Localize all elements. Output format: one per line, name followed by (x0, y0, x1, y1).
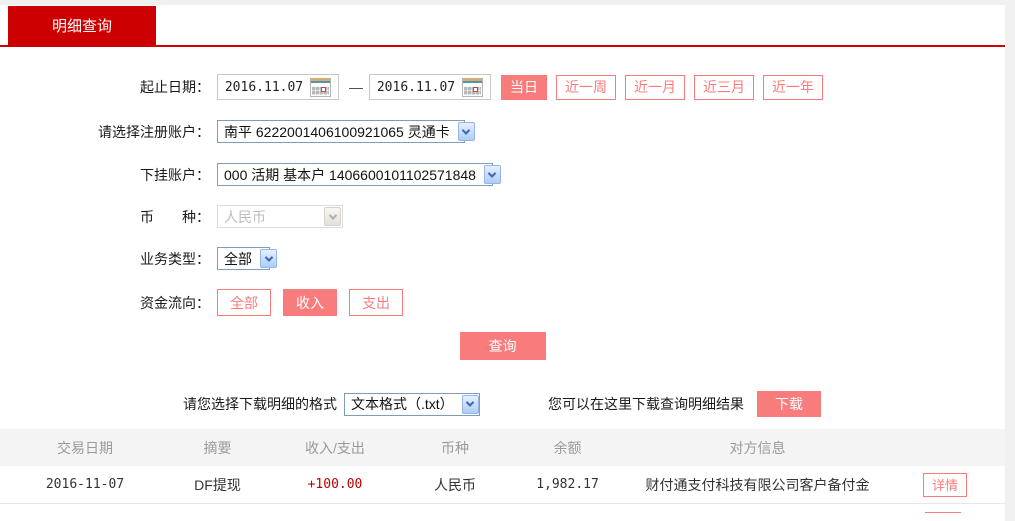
quick-range-month-button[interactable]: 近一月 (625, 74, 685, 100)
quick-range-quarter-button[interactable]: 近三月 (694, 74, 754, 100)
query-button[interactable]: 查询 (459, 332, 546, 360)
download-format-label: 请您选择下载明细的格式 (183, 396, 337, 412)
fund-direction-buttons: 全部 收入 支出 (217, 289, 403, 316)
end-date-calendar-icon[interactable] (462, 77, 483, 97)
business-type-row: 业务类型： 全部 (0, 247, 1005, 270)
register-account-row: 请选择注册账户： 南平 6222001406100921065 灵通卡 (0, 120, 1005, 143)
download-row: 请您选择下载明细的格式 文本格式（.txt） 您可以在这里下载查询明细结果 下载 (0, 391, 1005, 417)
next-table-row-clipped (0, 504, 1005, 515)
cell-currency: 人民币 (434, 476, 476, 493)
end-date-field[interactable] (369, 74, 491, 100)
start-date-input[interactable] (218, 76, 310, 98)
cell-summary: DF提现 (194, 476, 241, 493)
currency-label: 币 种： (140, 208, 210, 225)
cell-trade-date: 2016-11-07 (45, 477, 125, 492)
download-button[interactable]: 下载 (757, 391, 821, 417)
fund-direction-label: 资金流向： (140, 294, 210, 311)
business-type-value: 全部 (224, 250, 252, 267)
fund-direction-row: 资金流向： 全部 收入 支出 (0, 289, 1005, 316)
header-balance: 余额 (553, 439, 582, 456)
fund-direction-expense-button[interactable]: 支出 (349, 289, 403, 316)
cell-amount: +100.00 (307, 477, 363, 492)
table-header: 交易日期 摘要 收入/支出 币种 余额 对方信息 (0, 429, 1005, 466)
tab-detail-query[interactable]: 明细查询 (8, 6, 156, 45)
date-range-separator: — (349, 79, 363, 95)
currency-value: 人民币 (224, 208, 266, 225)
header-trade-date: 交易日期 (57, 439, 113, 456)
date-range-label: 起止日期： (140, 79, 210, 95)
chevron-down-icon[interactable] (457, 122, 475, 141)
date-range-row: 起止日期： — 当日 近一周 近一月 近三月 近一年 (0, 74, 1005, 100)
quick-range-week-button[interactable]: 近一周 (556, 74, 616, 100)
currency-row: 币 种： 人民币 (0, 205, 1005, 228)
quick-range-buttons: 当日 近一周 近一月 近三月 近一年 (501, 74, 823, 100)
detail-button[interactable]: 详情 (922, 472, 967, 497)
header-currency: 币种 (441, 439, 469, 456)
next-row-detail-button-clipped[interactable] (925, 512, 961, 515)
chevron-down-icon (324, 207, 341, 226)
register-account-value: 南平 6222001406100921065 灵通卡 (224, 123, 450, 140)
download-format-select[interactable]: 文本格式（.txt） (344, 392, 480, 416)
sub-account-label: 下挂账户： (140, 166, 210, 183)
business-type-select[interactable]: 全部 (217, 247, 277, 270)
sub-account-row: 下挂账户： 000 活期 基本户 1406600101102571848 (0, 163, 1005, 186)
start-date-calendar-icon[interactable] (310, 77, 331, 97)
quick-range-year-button[interactable]: 近一年 (763, 74, 823, 100)
header-income-expense: 收入/支出 (305, 439, 365, 456)
cell-balance: 1,982.17 (536, 477, 599, 492)
download-format-value: 文本格式（.txt） (351, 396, 454, 412)
start-date-field[interactable] (217, 74, 339, 100)
fund-direction-all-button[interactable]: 全部 (217, 289, 271, 316)
sub-account-value: 000 活期 基本户 1406600101102571848 (224, 166, 476, 183)
main-panel: 明细查询 起止日期： — 当日 近一周 近一月 近三月 (0, 5, 1005, 521)
tab-label: 明细查询 (51, 18, 112, 35)
quick-range-today-button[interactable]: 当日 (501, 74, 547, 100)
header-summary: 摘要 (203, 439, 232, 456)
sub-account-select[interactable]: 000 活期 基本户 1406600101102571848 (217, 163, 501, 186)
cell-counterparty: 财付通支付科技有限公司客户备付金 (645, 476, 870, 493)
chevron-down-icon[interactable] (483, 165, 501, 184)
end-date-input[interactable] (370, 76, 462, 98)
register-account-select[interactable]: 南平 6222001406100921065 灵通卡 (217, 120, 475, 143)
register-account-label: 请选择注册账户： (98, 123, 210, 140)
fund-direction-income-button[interactable]: 收入 (283, 289, 337, 316)
tab-underline (0, 45, 1005, 47)
header-counterparty: 对方信息 (729, 439, 786, 456)
table-row: 2016-11-07 DF提现 +100.00 人民币 1,982.17 财付通… (0, 466, 1005, 504)
download-hint-text: 您可以在这里下载查询明细结果 (548, 396, 744, 412)
chevron-down-icon[interactable] (461, 394, 479, 414)
chevron-down-icon[interactable] (260, 249, 277, 268)
currency-select: 人民币 (217, 205, 343, 228)
business-type-label: 业务类型： (140, 250, 210, 267)
